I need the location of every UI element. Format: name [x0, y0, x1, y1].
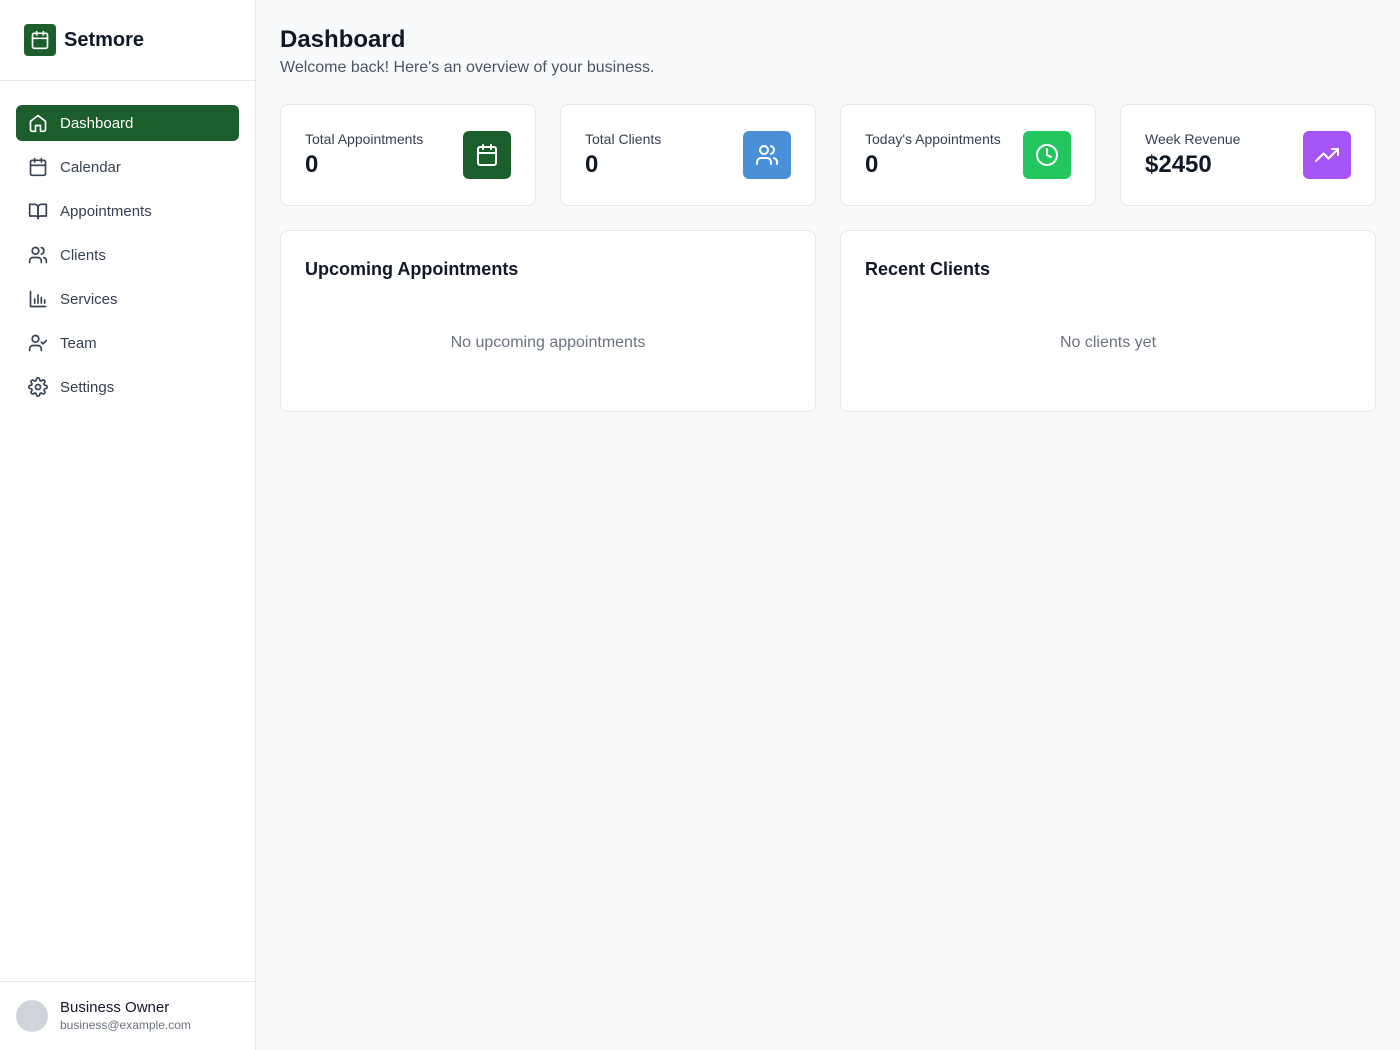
sidebar-nav: Dashboard Calendar Appointments Clients …: [0, 81, 255, 405]
panels-row: Upcoming Appointments No upcoming appoin…: [280, 230, 1376, 412]
stat-label: Today's Appointments: [865, 131, 1001, 147]
sidebar-item-label: Dashboard: [60, 114, 134, 132]
recent-clients-panel: Recent Clients No clients yet: [840, 230, 1376, 412]
sidebar-item-dashboard[interactable]: Dashboard: [16, 105, 239, 141]
home-icon: [28, 113, 48, 133]
sidebar-item-calendar[interactable]: Calendar: [16, 149, 239, 185]
calendar-icon: [31, 30, 49, 50]
user-email: business@example.com: [60, 1017, 191, 1032]
page-subtitle: Welcome back! Here's an overview of your…: [280, 59, 655, 76]
sidebar-item-label: Appointments: [60, 202, 152, 220]
stat-card-total-appointments: Total Appointments 0: [280, 104, 536, 206]
gear-icon: [28, 377, 48, 397]
stat-value: 0: [585, 151, 599, 178]
trending-up-icon: [1303, 131, 1351, 179]
calendar-icon: [28, 157, 48, 177]
calendar-icon: [463, 131, 511, 179]
stats-row: Total Appointments 0 Total Clients 0 Tod…: [280, 104, 1376, 206]
clock-icon: [1023, 131, 1071, 179]
sidebar-item-label: Settings: [60, 378, 115, 396]
brand-name: Setmore: [64, 28, 145, 51]
stat-value: $2450: [1145, 151, 1212, 178]
sidebar: Setmore Dashboard Calendar Appointments …: [0, 0, 256, 1050]
sidebar-item-label: Clients: [60, 246, 106, 264]
stat-label: Total Clients: [585, 131, 662, 147]
brand-logo: [24, 24, 56, 56]
user-profile[interactable]: Business Owner business@example.com: [0, 981, 255, 1050]
sidebar-item-appointments[interactable]: Appointments: [16, 193, 239, 229]
panel-title: Recent Clients: [865, 259, 991, 279]
user-info: Business Owner business@example.com: [60, 999, 191, 1034]
sidebar-item-settings[interactable]: Settings: [16, 369, 239, 405]
stat-label: Week Revenue: [1145, 131, 1241, 147]
brand[interactable]: Setmore: [0, 0, 255, 81]
stat-card-total-clients: Total Clients 0: [560, 104, 816, 206]
user-name: Business Owner: [60, 998, 170, 1016]
book-open-icon: [28, 201, 48, 221]
empty-state: No clients yet: [1059, 334, 1157, 351]
page-title: Dashboard: [280, 26, 406, 53]
sidebar-item-team[interactable]: Team: [16, 325, 239, 361]
users-icon: [743, 131, 791, 179]
stat-card-week-revenue: Week Revenue $2450: [1120, 104, 1376, 206]
upcoming-appointments-panel: Upcoming Appointments No upcoming appoin…: [280, 230, 816, 412]
stat-label: Total Appointments: [305, 131, 424, 147]
avatar: [16, 1000, 48, 1032]
stat-value: 0: [865, 151, 879, 178]
empty-state: No upcoming appointments: [450, 334, 646, 351]
stat-card-todays-appointments: Today's Appointments 0: [840, 104, 1096, 206]
panel-title: Upcoming Appointments: [305, 259, 519, 279]
sidebar-item-label: Calendar: [60, 158, 121, 176]
stat-value: 0: [305, 151, 319, 178]
sidebar-item-services[interactable]: Services: [16, 281, 239, 317]
sidebar-item-label: Team: [60, 334, 97, 352]
user-check-icon: [28, 333, 48, 353]
sidebar-item-label: Services: [60, 290, 118, 308]
bar-chart-icon: [28, 289, 48, 309]
sidebar-item-clients[interactable]: Clients: [16, 237, 239, 273]
users-icon: [28, 245, 48, 265]
